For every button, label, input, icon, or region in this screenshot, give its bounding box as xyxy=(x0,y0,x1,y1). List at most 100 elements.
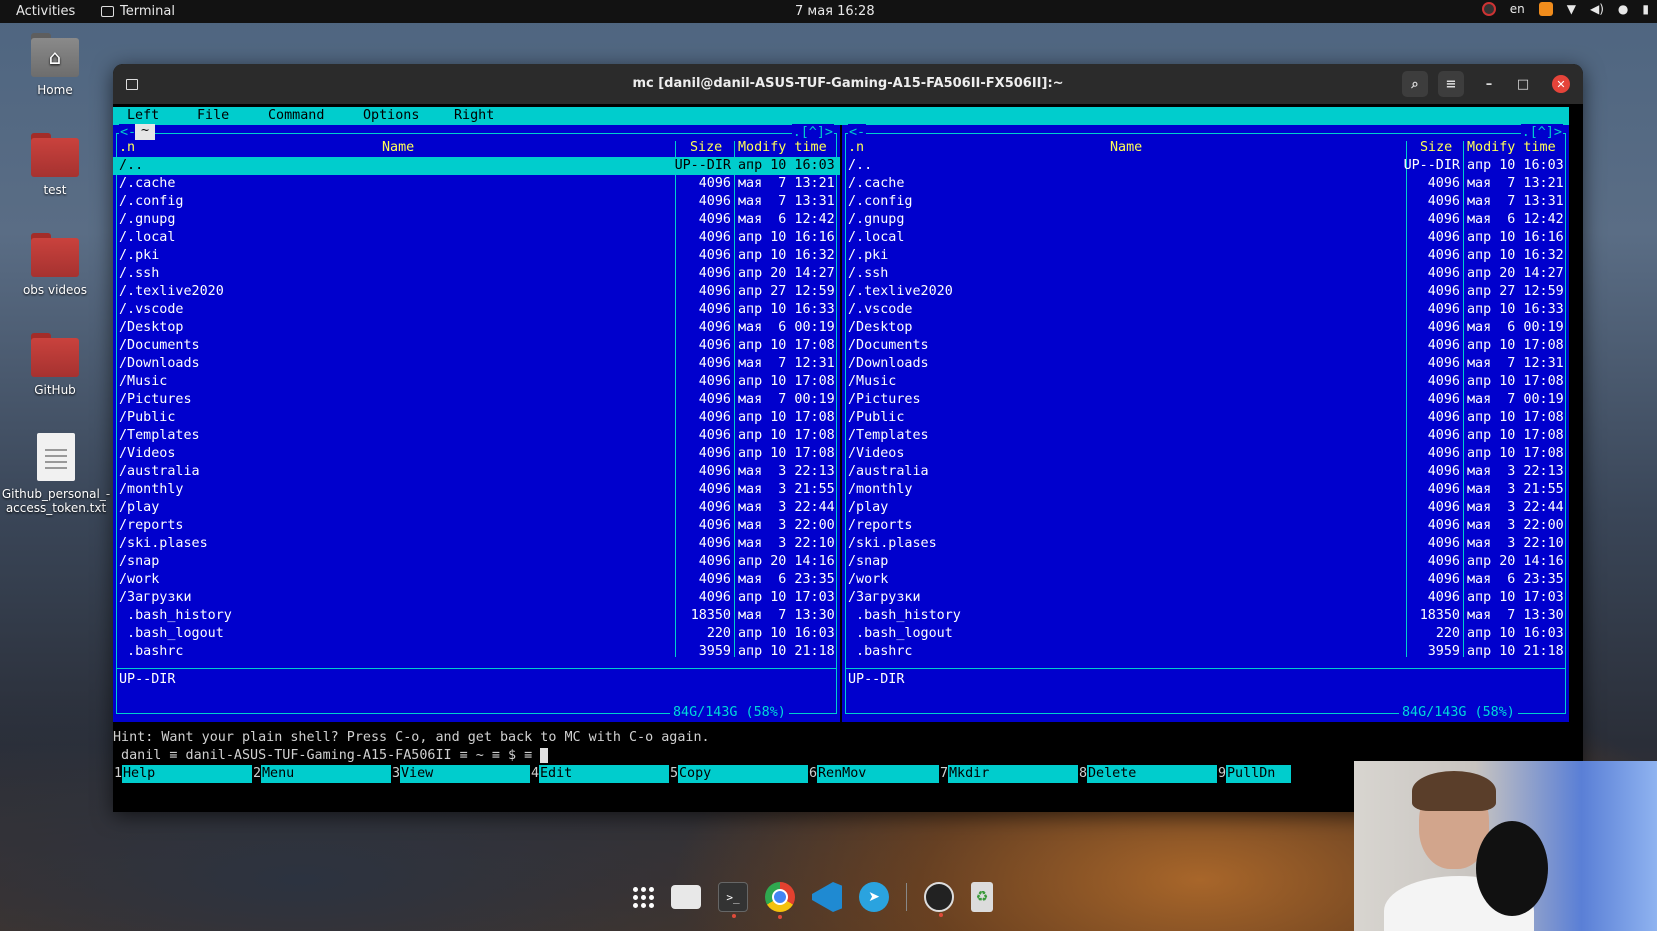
file-row[interactable]: /work 4096 мая 6 23:35 xyxy=(113,571,840,589)
file-row[interactable]: /.. UP--DIR апр 10 16:03 xyxy=(842,157,1569,175)
desktop-icon-obs-videos[interactable]: obs videos xyxy=(0,233,110,297)
microphone-icon[interactable]: ● xyxy=(1618,2,1628,16)
keyboard-layout[interactable]: en xyxy=(1510,2,1525,16)
file-row[interactable]: .bash_logout 220 апр 10 16:03 xyxy=(842,625,1569,643)
right-panel[interactable]: <- .[^]> .n Name Size Modify time /.. UP-… xyxy=(842,124,1569,722)
file-row[interactable]: /monthly 4096 мая 3 21:55 xyxy=(113,481,840,499)
left-panel[interactable]: <- ~ .[^]> .n Name Size Modify time /.. U… xyxy=(113,124,840,722)
file-row[interactable]: /Загрузки 4096 апр 10 17:03 xyxy=(113,589,840,607)
terminal-content[interactable]: Left File Command Options Right <- ~ .[^… xyxy=(113,104,1583,812)
file-row[interactable]: /.. UP--DIR апр 10 16:03 xyxy=(113,157,840,175)
maximize-button[interactable]: □ xyxy=(1510,71,1536,97)
file-row[interactable]: /.ssh 4096 апр 20 14:27 xyxy=(842,265,1569,283)
file-row[interactable]: /Videos 4096 апр 10 17:08 xyxy=(113,445,840,463)
file-row[interactable]: /monthly 4096 мая 3 21:55 xyxy=(842,481,1569,499)
file-row[interactable]: /ski.plases 4096 мая 3 22:10 xyxy=(113,535,840,553)
col-name[interactable]: Name xyxy=(1110,139,1142,157)
fkey-pulldn[interactable]: 9 PullDn xyxy=(1217,765,1291,783)
file-row[interactable]: /Music 4096 апр 10 17:08 xyxy=(113,373,840,391)
menu-right[interactable]: Right xyxy=(454,107,494,125)
volume-icon[interactable]: ◀) xyxy=(1590,2,1604,16)
file-row[interactable]: /.pki 4096 апр 10 16:32 xyxy=(842,247,1569,265)
file-row[interactable]: /Videos 4096 апр 10 17:08 xyxy=(842,445,1569,463)
col-size[interactable]: Size xyxy=(690,139,722,157)
file-row[interactable]: /Documents 4096 апр 10 17:08 xyxy=(842,337,1569,355)
file-row[interactable]: /Public 4096 апр 10 17:08 xyxy=(113,409,840,427)
file-row[interactable]: /Pictures 4096 мая 7 00:19 xyxy=(842,391,1569,409)
fkey-delete[interactable]: 8 Delete xyxy=(1078,765,1217,783)
col-modify-time[interactable]: Modify time xyxy=(738,139,827,157)
desktop-icon-test[interactable]: test xyxy=(0,133,110,197)
file-row[interactable]: /.ssh 4096 апр 20 14:27 xyxy=(113,265,840,283)
fkey-mkdir[interactable]: 7 Mkdir xyxy=(939,765,1078,783)
file-row[interactable]: /.cache 4096 мая 7 13:21 xyxy=(113,175,840,193)
file-row[interactable]: /.config 4096 мая 7 13:31 xyxy=(842,193,1569,211)
menu-command[interactable]: Command xyxy=(268,107,324,125)
file-row[interactable]: /Documents 4096 апр 10 17:08 xyxy=(113,337,840,355)
file-row[interactable]: /Загрузки 4096 апр 10 17:03 xyxy=(842,589,1569,607)
file-row[interactable]: /.vscode 4096 апр 10 16:33 xyxy=(842,301,1569,319)
file-row[interactable]: /Templates 4096 апр 10 17:08 xyxy=(842,427,1569,445)
activities-button[interactable]: Activities xyxy=(16,4,75,19)
file-row[interactable]: /.cache 4096 мая 7 13:21 xyxy=(842,175,1569,193)
shell-prompt[interactable]: danil ≡ danil-ASUS-TUF-Gaming-A15-FA506I… xyxy=(113,747,549,765)
file-row[interactable]: /.texlive2020 4096 апр 27 12:59 xyxy=(842,283,1569,301)
file-row[interactable]: /.texlive2020 4096 апр 27 12:59 xyxy=(113,283,840,301)
file-row[interactable]: .bash_history 18350 мая 7 13:30 xyxy=(113,607,840,625)
file-row[interactable]: .bash_logout 220 апр 10 16:03 xyxy=(113,625,840,643)
fkey-renmov[interactable]: 6 RenMov xyxy=(808,765,939,783)
chrome-icon[interactable] xyxy=(765,882,795,919)
file-row[interactable]: /.gnupg 4096 мая 6 12:42 xyxy=(842,211,1569,229)
file-row[interactable]: /Downloads 4096 мая 7 12:31 xyxy=(842,355,1569,373)
col-name[interactable]: Name xyxy=(382,139,414,157)
file-row[interactable]: /play 4096 мая 3 22:44 xyxy=(113,499,840,517)
file-row[interactable]: /Desktop 4096 мая 6 00:19 xyxy=(113,319,840,337)
file-row[interactable]: /reports 4096 мая 3 22:00 xyxy=(113,517,840,535)
wifi-icon[interactable]: ▼ xyxy=(1567,2,1576,16)
window-titlebar[interactable]: mc [danil@danil-ASUS-TUF-Gaming-A15-FA50… xyxy=(113,64,1583,104)
obs-icon[interactable] xyxy=(924,882,954,917)
hamburger-menu-button[interactable]: ≡ xyxy=(1438,71,1464,97)
file-row[interactable]: /australia 4096 мая 3 22:13 xyxy=(842,463,1569,481)
col-modify-time[interactable]: Modify time xyxy=(1467,139,1556,157)
apps-grid-icon[interactable] xyxy=(633,886,654,908)
vscode-icon[interactable] xyxy=(812,882,842,912)
file-row[interactable]: /work 4096 мая 6 23:35 xyxy=(842,571,1569,589)
file-row[interactable]: /Desktop 4096 мая 6 00:19 xyxy=(842,319,1569,337)
file-row[interactable]: .bashrc 3959 апр 10 21:18 xyxy=(113,643,840,661)
file-row[interactable]: /.local 4096 апр 10 16:16 xyxy=(842,229,1569,247)
file-row[interactable]: /.local 4096 апр 10 16:16 xyxy=(113,229,840,247)
fkey-edit[interactable]: 4 Edit xyxy=(530,765,669,783)
file-row[interactable]: .bashrc 3959 апр 10 21:18 xyxy=(842,643,1569,661)
file-row[interactable]: /Templates 4096 апр 10 17:08 xyxy=(113,427,840,445)
fkey-copy[interactable]: 5 Copy xyxy=(669,765,808,783)
desktop-icon-token-file[interactable]: Github_personal_-access_token.txt xyxy=(0,433,112,515)
clock[interactable]: 7 мая 16:28 xyxy=(795,4,875,19)
update-tray-icon[interactable] xyxy=(1538,2,1553,16)
fkey-help[interactable]: 1 Help xyxy=(113,765,252,783)
desktop-icon-home[interactable]: ⌂ Home xyxy=(0,33,110,97)
file-row[interactable]: /Pictures 4096 мая 7 00:19 xyxy=(113,391,840,409)
file-row[interactable]: /Public 4096 апр 10 17:08 xyxy=(842,409,1569,427)
system-tray[interactable]: en ▼ ◀) ● ▮ xyxy=(1481,2,1649,16)
file-row[interactable]: /.config 4096 мая 7 13:31 xyxy=(113,193,840,211)
col-sort[interactable]: .n xyxy=(848,139,864,157)
file-row[interactable]: /.pki 4096 апр 10 16:32 xyxy=(113,247,840,265)
obs-tray-icon[interactable] xyxy=(1481,2,1496,16)
telegram-icon[interactable]: ➤ xyxy=(859,882,889,912)
file-row[interactable]: .bash_history 18350 мая 7 13:30 xyxy=(842,607,1569,625)
menu-file[interactable]: File xyxy=(197,107,229,125)
file-row[interactable]: /snap 4096 апр 20 14:16 xyxy=(842,553,1569,571)
col-size[interactable]: Size xyxy=(1420,139,1452,157)
file-row[interactable]: /snap 4096 апр 20 14:16 xyxy=(113,553,840,571)
files-icon[interactable] xyxy=(671,885,701,909)
trash-icon[interactable]: ♻ xyxy=(971,882,993,912)
file-row[interactable]: /.gnupg 4096 мая 6 12:42 xyxy=(113,211,840,229)
file-row[interactable]: /reports 4096 мая 3 22:00 xyxy=(842,517,1569,535)
file-row[interactable]: /Downloads 4096 мая 7 12:31 xyxy=(113,355,840,373)
close-button[interactable]: ✕ xyxy=(1552,75,1570,93)
minimize-button[interactable]: – xyxy=(1476,71,1502,97)
file-row[interactable]: /australia 4096 мая 3 22:13 xyxy=(113,463,840,481)
search-button[interactable]: ⌕ xyxy=(1402,71,1428,97)
file-row[interactable]: /play 4096 мая 3 22:44 xyxy=(842,499,1569,517)
